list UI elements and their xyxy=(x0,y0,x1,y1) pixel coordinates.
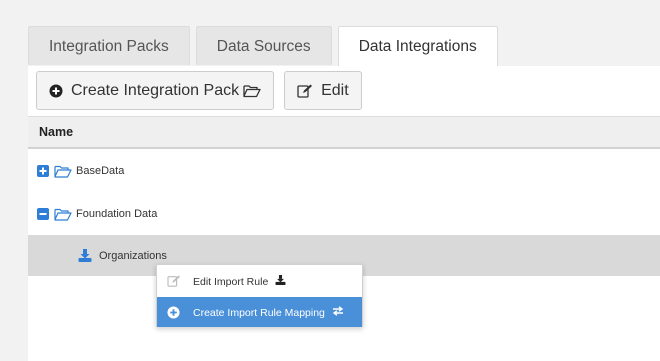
create-integration-pack-label: Create Integration Pack xyxy=(71,81,240,99)
download-icon xyxy=(275,274,286,285)
plus-circle-icon xyxy=(167,305,180,319)
toolbar: Create Integration Pack Edit xyxy=(36,71,372,110)
tree-item-label: BaseData xyxy=(76,165,125,177)
edit-icon xyxy=(297,84,313,98)
exchange-icon xyxy=(332,305,344,316)
edit-icon xyxy=(167,275,181,287)
column-header-name[interactable]: Name xyxy=(39,125,73,139)
menu-item-create-import-rule-mapping[interactable]: Create Import Rule Mapping xyxy=(157,297,362,327)
tree-row-foundation-data[interactable]: Foundation Data xyxy=(28,194,660,234)
edit-label: Edit xyxy=(321,81,349,99)
folder-open-icon xyxy=(54,165,72,178)
menu-item-label: Create Import Rule Mapping xyxy=(193,305,344,319)
plus-square-icon[interactable] xyxy=(37,165,49,177)
context-menu: Edit Import Rule Create Import Rule Mapp… xyxy=(156,264,363,327)
plus-circle-icon xyxy=(49,84,63,98)
tree-item-label: Organizations xyxy=(99,249,167,262)
folder-open-icon xyxy=(54,208,72,221)
menu-item-edit-import-rule[interactable]: Edit Import Rule xyxy=(157,266,362,296)
folder-open-icon xyxy=(243,84,261,98)
edit-button[interactable]: Edit xyxy=(284,71,362,110)
minus-square-icon[interactable] xyxy=(37,208,49,220)
table-header: Name xyxy=(28,116,660,149)
menu-item-label: Edit Import Rule xyxy=(193,274,286,288)
tree-row-basedata[interactable]: BaseData xyxy=(28,151,660,191)
tab-bar: Integration Packs Data Sources Data Inte… xyxy=(28,26,504,67)
tab-integration-packs[interactable]: Integration Packs xyxy=(28,26,190,65)
create-integration-pack-button[interactable]: Create Integration Pack xyxy=(36,71,275,110)
tab-data-sources[interactable]: Data Sources xyxy=(195,26,332,65)
tree-item-label: Foundation Data xyxy=(76,208,158,220)
tab-data-integrations[interactable]: Data Integrations xyxy=(337,26,498,67)
create-import-rule-mapping-text: Create Import Rule Mapping xyxy=(193,306,325,319)
edit-import-rule-text: Edit Import Rule xyxy=(193,275,269,288)
download-icon xyxy=(78,249,92,262)
